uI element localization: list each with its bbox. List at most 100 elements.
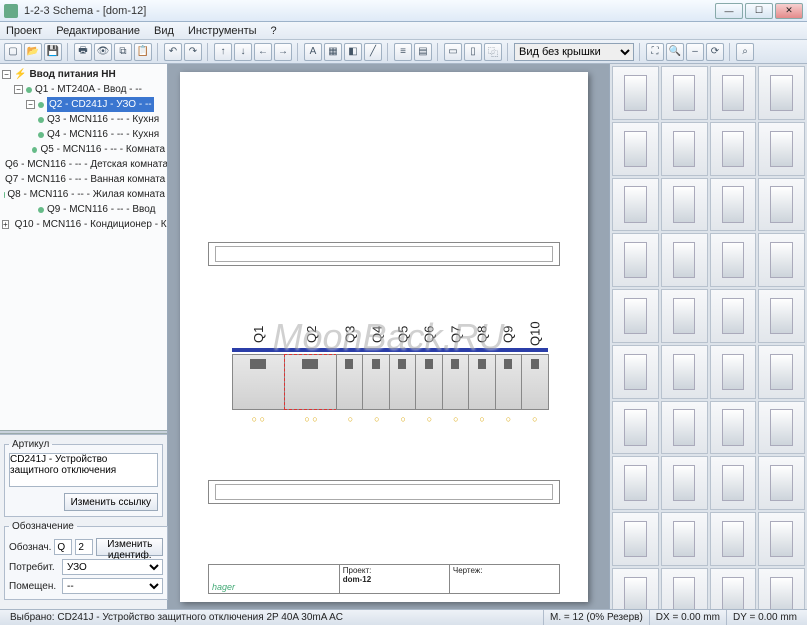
library-thumb[interactable] (612, 122, 659, 176)
library-thumb[interactable] (612, 178, 659, 232)
text-icon[interactable]: A (304, 43, 322, 61)
collapse-icon[interactable]: − (2, 70, 11, 79)
canvas[interactable]: Q1 Q2 Q3 Q4 Q5 Q6 Q7 Q8 Q9 Q10 (168, 64, 609, 609)
maximize-button[interactable]: ☐ (745, 3, 773, 19)
menu-edit[interactable]: Редактирование (56, 25, 140, 37)
layer2-icon[interactable]: ▯ (464, 43, 482, 61)
library-thumb[interactable] (612, 401, 659, 455)
library-thumb[interactable] (758, 66, 805, 120)
article-text[interactable] (9, 453, 158, 487)
layer1-icon[interactable]: ▭ (444, 43, 462, 61)
library-thumb[interactable] (612, 289, 659, 343)
breaker-q6[interactable] (415, 354, 443, 410)
save-icon[interactable]: 💾 (44, 43, 62, 61)
tree-item[interactable]: Q1 - MT240A - Ввод - -- (35, 82, 142, 97)
desig-number-input[interactable] (75, 539, 93, 555)
library-thumb[interactable] (661, 178, 708, 232)
library-thumb[interactable] (661, 289, 708, 343)
library-thumb[interactable] (661, 512, 708, 566)
tree-item[interactable]: Q5 - MCN116 - -- - Комната (40, 142, 165, 157)
library-thumb[interactable] (612, 233, 659, 287)
project-tree[interactable]: −⚡Ввод питания НН −Q1 - MT240A - Ввод - … (0, 64, 167, 430)
tree-item[interactable]: Q4 - MCN116 - -- - Кухня (47, 127, 159, 142)
library-thumb[interactable] (710, 345, 757, 399)
component-library[interactable] (609, 64, 807, 609)
breaker-q2-selected[interactable] (284, 354, 337, 410)
new-icon[interactable]: ▢ (4, 43, 22, 61)
library-thumb[interactable] (612, 66, 659, 120)
expand-icon[interactable]: + (2, 220, 9, 229)
breaker-q1[interactable] (232, 354, 285, 410)
library-thumb[interactable] (661, 66, 708, 120)
library-thumb[interactable] (661, 568, 708, 609)
tree-item[interactable]: Q10 - MCN116 - Кондиционер - Комната (15, 217, 167, 232)
align-icon[interactable]: ≡ (394, 43, 412, 61)
search-icon[interactable]: ⌕ (736, 43, 754, 61)
breaker-q3[interactable] (336, 354, 364, 410)
close-button[interactable]: ✕ (775, 3, 803, 19)
library-thumb[interactable] (758, 456, 805, 510)
breaker-q10[interactable] (521, 354, 549, 410)
edit-link-button[interactable]: Изменить ссылку (64, 493, 158, 511)
grid-icon[interactable]: ▤ (414, 43, 432, 61)
collapse-icon[interactable]: − (26, 100, 35, 109)
tree-item[interactable]: Q9 - MCN116 - -- - Ввод (47, 202, 155, 217)
tree-item-selected[interactable]: Q2 - CD241J - УЗО - -- (47, 97, 154, 112)
view-select[interactable]: Вид без крышки (514, 43, 634, 61)
library-thumb[interactable] (710, 122, 757, 176)
library-thumb[interactable] (758, 568, 805, 609)
library-thumb[interactable] (758, 233, 805, 287)
undo-icon[interactable]: ↶ (164, 43, 182, 61)
arrow-right-icon[interactable]: → (274, 43, 292, 61)
arrow-down-icon[interactable]: ↓ (234, 43, 252, 61)
tree-item[interactable]: Q6 - MCN116 - -- - Детская комната (5, 157, 167, 172)
library-thumb[interactable] (758, 289, 805, 343)
library-thumb[interactable] (661, 345, 708, 399)
library-thumb[interactable] (710, 568, 757, 609)
library-thumb[interactable] (612, 345, 659, 399)
library-thumb[interactable] (710, 178, 757, 232)
refresh-icon[interactable]: ⟳ (706, 43, 724, 61)
room-select[interactable]: -- (62, 578, 163, 594)
breaker-q4[interactable] (362, 354, 390, 410)
tree-item[interactable]: Q8 - MCN116 - -- - Жилая комната (7, 187, 165, 202)
menu-project[interactable]: Проект (6, 25, 42, 37)
library-thumb[interactable] (710, 512, 757, 566)
line-icon[interactable]: ╱ (364, 43, 382, 61)
preview-icon[interactable]: 👁 (94, 43, 112, 61)
image-icon[interactable]: ▦ (324, 43, 342, 61)
library-thumb[interactable] (612, 456, 659, 510)
library-thumb[interactable] (661, 122, 708, 176)
zoom-fit-icon[interactable]: ⛶ (646, 43, 664, 61)
arrow-left-icon[interactable]: ← (254, 43, 272, 61)
library-thumb[interactable] (661, 233, 708, 287)
library-thumb[interactable] (710, 233, 757, 287)
library-thumb[interactable] (758, 345, 805, 399)
menu-help[interactable]: ? (271, 25, 277, 37)
menu-tools[interactable]: Инструменты (188, 25, 257, 37)
paste-icon[interactable]: 📋 (134, 43, 152, 61)
tree-root[interactable]: Ввод питания НН (29, 67, 115, 82)
library-thumb[interactable] (758, 401, 805, 455)
desig-prefix-input[interactable] (54, 539, 72, 555)
library-thumb[interactable] (758, 178, 805, 232)
breaker-q7[interactable] (442, 354, 470, 410)
redo-icon[interactable]: ↷ (184, 43, 202, 61)
zoom-in-icon[interactable]: 🔍 (666, 43, 684, 61)
breaker-q8[interactable] (468, 354, 496, 410)
breaker-q9[interactable] (495, 354, 523, 410)
breaker-q5[interactable] (389, 354, 417, 410)
tree-item[interactable]: Q7 - MCN116 - -- - Ванная комната (5, 172, 165, 187)
arrow-up-icon[interactable]: ↑ (214, 43, 232, 61)
edit-id-button[interactable]: Изменить идентиф. (96, 538, 163, 556)
library-thumb[interactable] (758, 122, 805, 176)
shape-icon[interactable]: ◧ (344, 43, 362, 61)
group-icon[interactable]: ⿻ (484, 43, 502, 61)
zoom-out-icon[interactable]: – (686, 43, 704, 61)
menu-view[interactable]: Вид (154, 25, 174, 37)
open-icon[interactable]: 📂 (24, 43, 42, 61)
consumer-select[interactable]: УЗО (62, 559, 163, 575)
library-thumb[interactable] (710, 456, 757, 510)
library-thumb[interactable] (661, 456, 708, 510)
library-thumb[interactable] (612, 512, 659, 566)
